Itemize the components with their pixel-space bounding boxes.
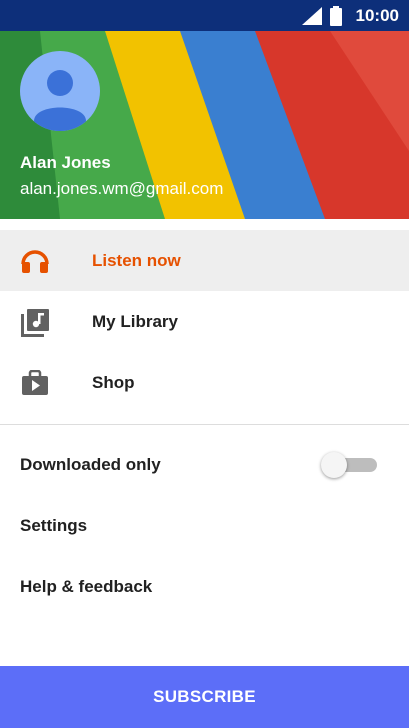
downloaded-only-row[interactable]: Downloaded only: [0, 435, 409, 496]
nav-item-listen-now[interactable]: Listen now: [0, 230, 409, 291]
account-name: Alan Jones: [20, 153, 111, 172]
status-time: 10:00: [355, 6, 399, 25]
settings-label: Settings: [20, 516, 88, 535]
account-header: Alan Jones alan.jones.wm@gmail.com: [0, 31, 409, 219]
shop-bag-icon: [21, 369, 49, 396]
subscribe-button[interactable]: SUBSCRIBE: [0, 666, 409, 728]
account-email: alan.jones.wm@gmail.com: [20, 179, 224, 198]
downloaded-only-label: Downloaded only: [20, 455, 161, 474]
battery-icon: [330, 6, 342, 31]
help-feedback-item[interactable]: Help & feedback: [0, 557, 409, 618]
status-bar: 10:00: [0, 0, 409, 31]
avatar-person-icon: [34, 70, 86, 131]
header-spacer: [0, 219, 409, 230]
nav-item-my-library[interactable]: My Library: [0, 291, 409, 352]
headphones-icon: [21, 248, 49, 274]
signal-icon: [302, 7, 322, 30]
nav-label: Shop: [92, 373, 135, 392]
nav-label: My Library: [92, 312, 178, 331]
music-library-icon: [21, 309, 49, 337]
nav-item-shop[interactable]: Shop: [0, 352, 409, 413]
nav-label: Listen now: [92, 251, 181, 270]
toggle-thumb: [321, 452, 347, 478]
downloaded-only-toggle[interactable]: [321, 452, 379, 478]
settings-item[interactable]: Settings: [0, 496, 409, 557]
help-feedback-label: Help & feedback: [20, 577, 153, 596]
avatar[interactable]: [20, 51, 100, 131]
menu-divider: [0, 424, 409, 425]
